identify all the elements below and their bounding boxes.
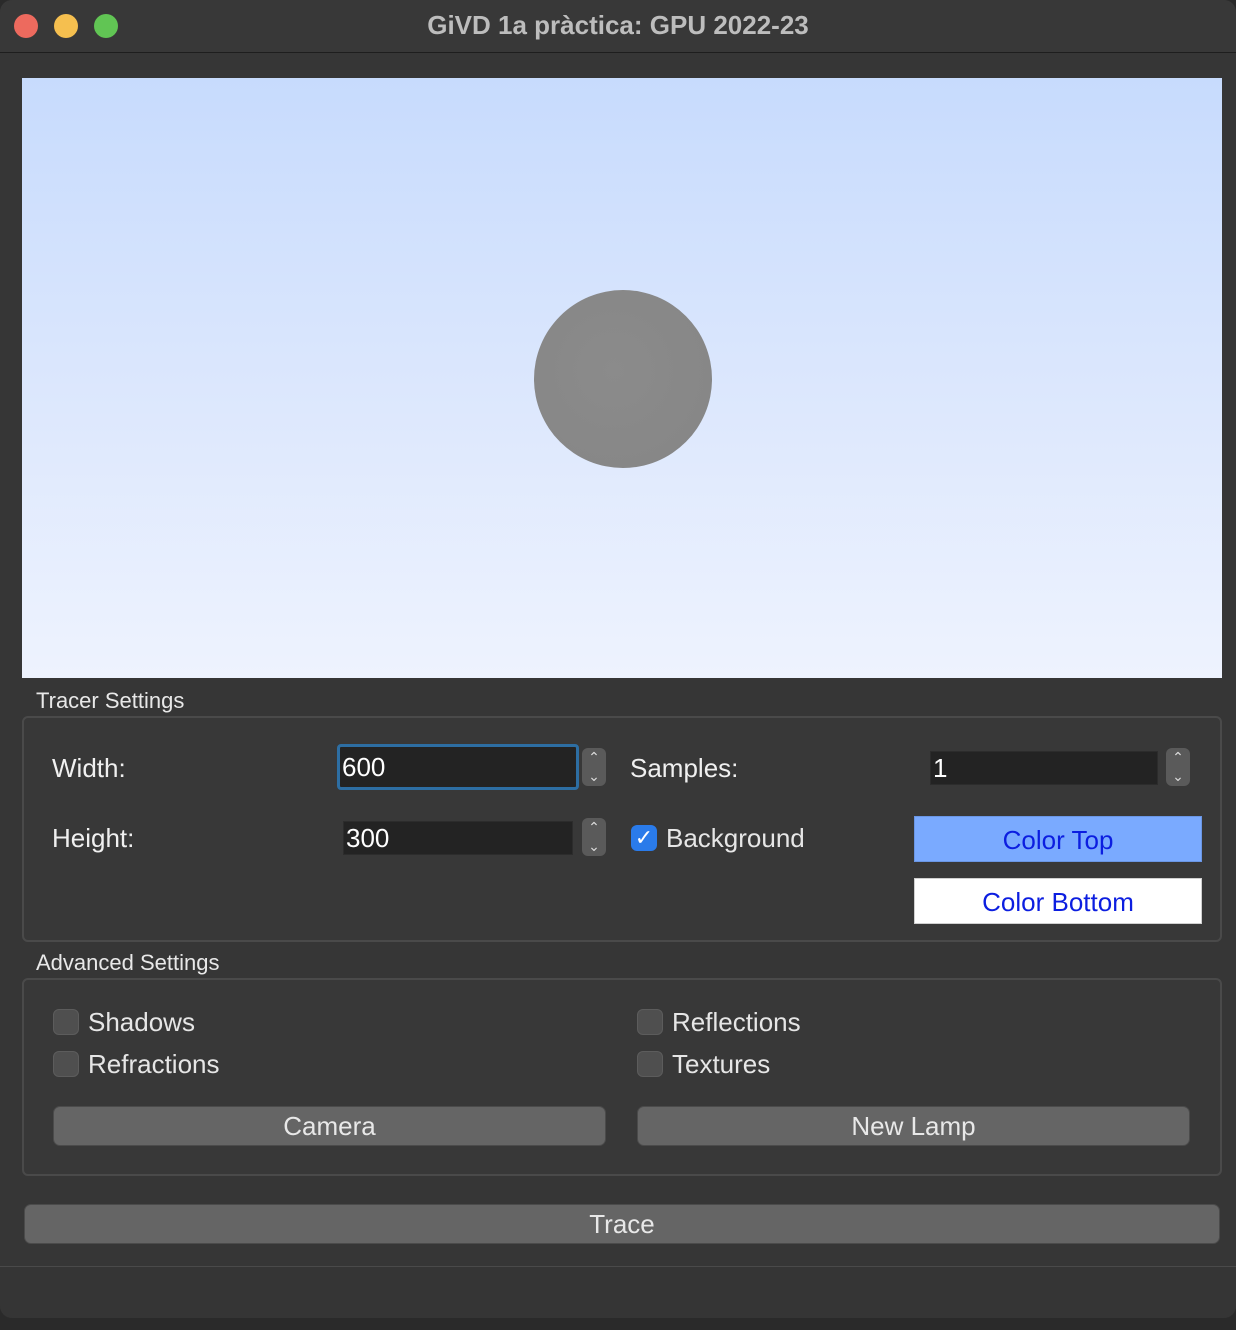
status-bar: [0, 1266, 1236, 1318]
height-label: Height:: [52, 823, 135, 853]
reflections-label: Reflections: [672, 1007, 801, 1037]
chevron-up-icon[interactable]: ⌃: [1166, 748, 1190, 767]
samples-label: Samples:: [630, 753, 739, 783]
color-top-button[interactable]: Color Top: [914, 816, 1202, 862]
render-viewport[interactable]: [22, 78, 1222, 678]
samples-input[interactable]: [930, 751, 1158, 785]
width-input[interactable]: [337, 744, 579, 790]
shadows-label: Shadows: [88, 1007, 195, 1037]
title-bar[interactable]: GiVD 1a pràctica: GPU 2022-23: [0, 0, 1236, 53]
textures-label: Textures: [672, 1049, 771, 1079]
advanced-settings-label: Advanced Settings: [36, 950, 220, 975]
camera-button[interactable]: Camera: [53, 1106, 606, 1146]
background-label: Background: [666, 823, 805, 853]
tracer-settings-label: Tracer Settings: [36, 688, 185, 713]
reflections-checkbox[interactable]: [637, 1009, 663, 1035]
main-window: GiVD 1a pràctica: GPU 2022-23 Tracer Set…: [0, 0, 1236, 1318]
color-bottom-button[interactable]: Color Bottom: [914, 878, 1202, 924]
samples-stepper[interactable]: ⌃ ⌄: [1166, 748, 1190, 786]
width-stepper[interactable]: ⌃ ⌄: [582, 748, 606, 786]
chevron-down-icon[interactable]: ⌄: [582, 837, 606, 856]
chevron-down-icon[interactable]: ⌄: [1166, 767, 1190, 786]
chevron-up-icon[interactable]: ⌃: [582, 818, 606, 837]
chevron-up-icon[interactable]: ⌃: [582, 748, 606, 767]
height-input[interactable]: [343, 821, 573, 855]
rendered-sphere: [534, 290, 712, 468]
textures-checkbox[interactable]: [637, 1051, 663, 1077]
trace-button[interactable]: Trace: [24, 1204, 1220, 1244]
background-checkbox[interactable]: ✓: [631, 825, 657, 851]
checkmark-icon: ✓: [634, 825, 654, 850]
height-stepper[interactable]: ⌃ ⌄: [582, 818, 606, 856]
width-label: Width:: [52, 753, 126, 783]
window-title: GiVD 1a pràctica: GPU 2022-23: [427, 10, 809, 40]
refractions-label: Refractions: [88, 1049, 220, 1079]
new-lamp-button[interactable]: New Lamp: [637, 1106, 1190, 1146]
chevron-down-icon[interactable]: ⌄: [582, 767, 606, 786]
refractions-checkbox[interactable]: [53, 1051, 79, 1077]
shadows-checkbox[interactable]: [53, 1009, 79, 1035]
